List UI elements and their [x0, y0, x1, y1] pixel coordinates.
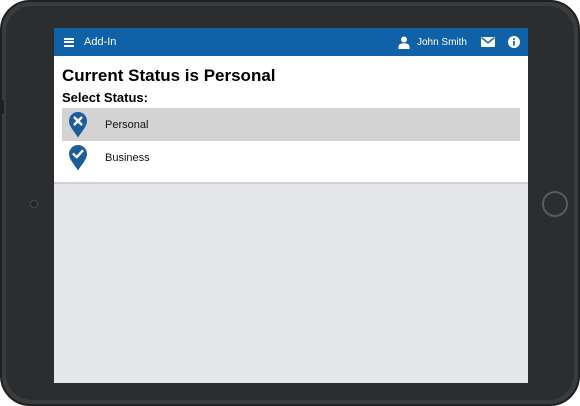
tablet-frame: Add-In John Smith Current Status is Pers…	[0, 0, 580, 406]
user-name[interactable]: John Smith	[417, 37, 467, 48]
status-panel: Current Status is Personal Select Status…	[54, 56, 528, 184]
info-icon[interactable]	[508, 36, 520, 48]
status-option-personal[interactable]: Personal	[62, 108, 520, 141]
home-button[interactable]	[542, 191, 568, 217]
mail-icon[interactable]	[481, 37, 495, 47]
status-list: Personal Business	[62, 108, 520, 174]
top-bar: Add-In John Smith	[54, 28, 528, 56]
status-option-business[interactable]: Business	[62, 141, 520, 174]
pin-x-icon	[69, 112, 87, 138]
camera-icon	[30, 200, 38, 208]
page-title: Current Status is Personal	[62, 66, 276, 85]
status-option-label: Personal	[105, 118, 149, 131]
status-option-label: Business	[105, 151, 150, 164]
user-icon	[398, 36, 410, 49]
app-title: Add-In	[84, 36, 117, 48]
app-screen: Add-In John Smith Current Status is Pers…	[54, 28, 528, 383]
select-status-label: Select Status:	[62, 90, 148, 105]
side-button	[0, 100, 4, 114]
pin-check-icon	[69, 145, 87, 171]
menu-icon[interactable]	[64, 37, 74, 47]
